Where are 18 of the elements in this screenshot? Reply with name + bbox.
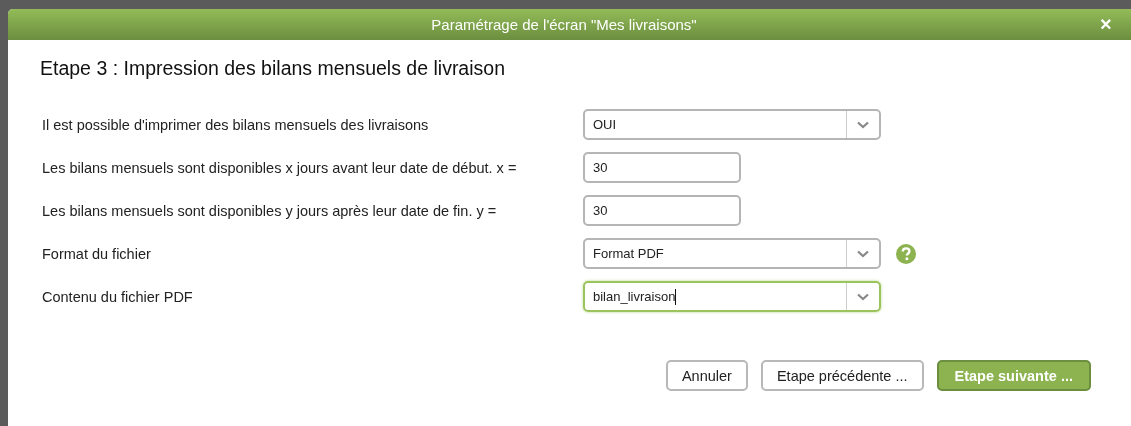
input-field[interactable]: 30 [583,152,741,183]
chevron-down-icon [857,120,869,129]
dropdown[interactable]: OUI [583,109,881,140]
step-heading: Etape 3 : Impression des bilans mensuels de livraison [40,57,506,80]
previous-button[interactable]: Etape précédente ... [760,360,924,391]
field-label: Format du fichier [41,245,152,262]
field-label: Les bilans mensuels sont disponibles x jours avant leur date de début. x = [41,159,518,176]
field-label: Les bilans mensuels sont disponibles y jours après leur date de fin. y = [41,202,498,219]
help-icon[interactable] [896,243,916,264]
dialog-title: Paramétrage de l'écran "Mes livraisons" [431,16,697,33]
field-label: Il est possible d'imprimer des bilans mensuels des livraisons [41,116,430,133]
chevron-down-icon [857,292,869,301]
field-label: Contenu du fichier PDF [41,288,194,305]
chevron-down-icon [857,249,869,258]
dropdown[interactable]: bilan_livraison [583,281,881,312]
cancel-button[interactable]: Annuler [665,360,748,391]
dropdown[interactable]: Format PDF [583,238,881,269]
input-field[interactable]: 30 [583,195,741,226]
